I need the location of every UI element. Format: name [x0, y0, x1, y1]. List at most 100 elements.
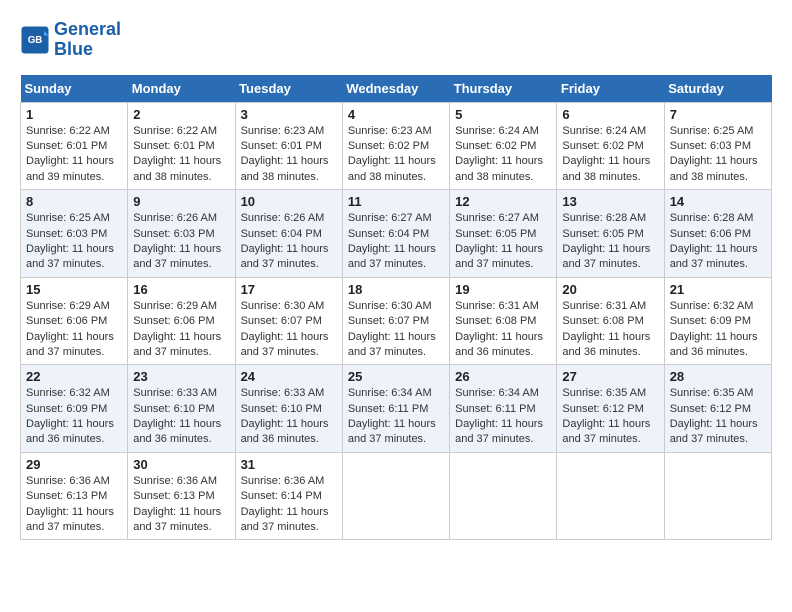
col-header-tuesday: Tuesday: [235, 75, 342, 103]
day-cell-10: 10Sunrise: 6:26 AM Sunset: 6:04 PM Dayli…: [235, 190, 342, 278]
day-info: Sunrise: 6:36 AM Sunset: 6:13 PM Dayligh…: [133, 474, 229, 536]
day-cell-22: 22 Sunrise: 6:32 AM Sunset: 6:09 PM Dayli…: [21, 365, 128, 453]
day-info: Sunrise: 6:25 AM Sunset: 6:03 PM Dayligh…: [670, 124, 766, 186]
day-number: 11: [348, 194, 444, 209]
day-number: 26: [455, 369, 551, 384]
page-header: GB General Blue: [20, 20, 772, 60]
day-info: Sunrise: 6:22 AM Sunset: 6:01 PM Dayligh…: [26, 124, 122, 186]
day-cell-26: 26 Sunrise: 6:34 AM Sunset: 6:11 PM Dayli…: [450, 365, 557, 453]
day-number: 7: [670, 107, 766, 122]
logo: GB General Blue: [20, 20, 121, 60]
day-info: Sunrise: 6:33 AM Sunset: 6:10 PM Dayligh…: [133, 386, 229, 448]
day-cell-13: 13Sunrise: 6:28 AM Sunset: 6:05 PM Dayli…: [557, 190, 664, 278]
col-header-saturday: Saturday: [664, 75, 771, 103]
day-info: Sunrise: 6:32 AM Sunset: 6:09 PM Dayligh…: [670, 299, 766, 361]
day-info: Sunrise: 6:28 AM Sunset: 6:05 PM Dayligh…: [562, 211, 658, 273]
day-info: Sunrise: 6:27 AM Sunset: 6:04 PM Dayligh…: [348, 211, 444, 273]
day-info: Sunrise: 6:27 AM Sunset: 6:05 PM Dayligh…: [455, 211, 551, 273]
day-number: 28: [670, 369, 766, 384]
day-number: 29: [26, 457, 122, 472]
day-number: 17: [241, 282, 337, 297]
day-info: Sunrise: 6:25 AM Sunset: 6:03 PM Dayligh…: [26, 211, 122, 273]
day-cell-8: 8 Sunrise: 6:25 AM Sunset: 6:03 PM Daylig…: [21, 190, 128, 278]
day-number: 14: [670, 194, 766, 209]
calendar-row-3: 22 Sunrise: 6:32 AM Sunset: 6:09 PM Dayli…: [21, 365, 772, 453]
day-cell-6: 6 Sunrise: 6:24 AM Sunset: 6:02 PM Daylig…: [557, 102, 664, 190]
day-number: 20: [562, 282, 658, 297]
day-cell-9: 9 Sunrise: 6:26 AM Sunset: 6:03 PM Daylig…: [128, 190, 235, 278]
day-cell-14: 14 Sunrise: 6:28 AM Sunset: 6:06 PM Dayli…: [664, 190, 771, 278]
day-number: 9: [133, 194, 229, 209]
day-info: Sunrise: 6:35 AM Sunset: 6:12 PM Dayligh…: [670, 386, 766, 448]
empty-cell: [342, 452, 449, 540]
header-row: SundayMondayTuesdayWednesdayThursdayFrid…: [21, 75, 772, 103]
day-cell-25: 25Sunrise: 6:34 AM Sunset: 6:11 PM Dayli…: [342, 365, 449, 453]
calendar-table: SundayMondayTuesdayWednesdayThursdayFrid…: [20, 75, 772, 541]
day-cell-27: 27 Sunrise: 6:35 AM Sunset: 6:12 PM Dayli…: [557, 365, 664, 453]
day-number: 18: [348, 282, 444, 297]
day-number: 15: [26, 282, 122, 297]
day-info: Sunrise: 6:26 AM Sunset: 6:03 PM Dayligh…: [133, 211, 229, 273]
day-info: Sunrise: 6:33 AM Sunset: 6:10 PM Dayligh…: [241, 386, 337, 448]
day-info: Sunrise: 6:36 AM Sunset: 6:13 PM Dayligh…: [26, 474, 122, 536]
day-cell-19: 19 Sunrise: 6:31 AM Sunset: 6:08 PM Dayli…: [450, 277, 557, 365]
day-number: 23: [133, 369, 229, 384]
col-header-wednesday: Wednesday: [342, 75, 449, 103]
day-number: 16: [133, 282, 229, 297]
logo-text: General Blue: [54, 20, 121, 60]
day-cell-31: 31Sunrise: 6:36 AM Sunset: 6:14 PM Dayli…: [235, 452, 342, 540]
day-info: Sunrise: 6:32 AM Sunset: 6:09 PM Dayligh…: [26, 386, 122, 448]
empty-cell: [664, 452, 771, 540]
day-number: 22: [26, 369, 122, 384]
day-cell-30: 30 Sunrise: 6:36 AM Sunset: 6:13 PM Dayli…: [128, 452, 235, 540]
day-cell-29: 29 Sunrise: 6:36 AM Sunset: 6:13 PM Dayli…: [21, 452, 128, 540]
day-info: Sunrise: 6:22 AM Sunset: 6:01 PM Dayligh…: [133, 124, 229, 186]
day-cell-21: 21Sunrise: 6:32 AM Sunset: 6:09 PM Dayli…: [664, 277, 771, 365]
day-number: 2: [133, 107, 229, 122]
day-info: Sunrise: 6:28 AM Sunset: 6:06 PM Dayligh…: [670, 211, 766, 273]
day-info: Sunrise: 6:24 AM Sunset: 6:02 PM Dayligh…: [562, 124, 658, 186]
day-info: Sunrise: 6:23 AM Sunset: 6:02 PM Dayligh…: [348, 124, 444, 186]
calendar-row-0: 1 Sunrise: 6:22 AM Sunset: 6:01 PM Daylig…: [21, 102, 772, 190]
day-cell-15: 15Sunrise: 6:29 AM Sunset: 6:06 PM Dayli…: [21, 277, 128, 365]
day-number: 19: [455, 282, 551, 297]
day-info: Sunrise: 6:35 AM Sunset: 6:12 PM Dayligh…: [562, 386, 658, 448]
day-cell-24: 24 Sunrise: 6:33 AM Sunset: 6:10 PM Dayli…: [235, 365, 342, 453]
col-header-friday: Friday: [557, 75, 664, 103]
day-number: 30: [133, 457, 229, 472]
day-cell-12: 12 Sunrise: 6:27 AM Sunset: 6:05 PM Dayli…: [450, 190, 557, 278]
day-number: 31: [241, 457, 337, 472]
day-cell-18: 18Sunrise: 6:30 AM Sunset: 6:07 PM Dayli…: [342, 277, 449, 365]
day-number: 5: [455, 107, 551, 122]
day-info: Sunrise: 6:31 AM Sunset: 6:08 PM Dayligh…: [455, 299, 551, 361]
day-number: 8: [26, 194, 122, 209]
day-info: Sunrise: 6:30 AM Sunset: 6:07 PM Dayligh…: [241, 299, 337, 361]
calendar-row-2: 15 Sunrise: 6:29 AM Sunset: 6:06 PM Dayli…: [21, 277, 772, 365]
empty-cell: [450, 452, 557, 540]
day-number: 24: [241, 369, 337, 384]
day-number: 27: [562, 369, 658, 384]
day-info: Sunrise: 6:31 AM Sunset: 6:08 PM Dayligh…: [562, 299, 658, 361]
day-cell-17: 17 Sunrise: 6:30 AM Sunset: 6:07 PM Dayli…: [235, 277, 342, 365]
day-info: Sunrise: 6:34 AM Sunset: 6:11 PM Dayligh…: [455, 386, 551, 448]
day-info: Sunrise: 6:26 AM Sunset: 6:04 PM Dayligh…: [241, 211, 337, 273]
col-header-monday: Monday: [128, 75, 235, 103]
day-cell-5: 5 Sunrise: 6:24 AM Sunset: 6:02 PM Daylig…: [450, 102, 557, 190]
day-cell-28: 28 Sunrise: 6:35 AM Sunset: 6:12 PM Dayli…: [664, 365, 771, 453]
day-info: Sunrise: 6:34 AM Sunset: 6:11 PM Dayligh…: [348, 386, 444, 448]
day-info: Sunrise: 6:24 AM Sunset: 6:02 PM Dayligh…: [455, 124, 551, 186]
day-number: 3: [241, 107, 337, 122]
svg-text:GB: GB: [28, 35, 43, 46]
day-number: 4: [348, 107, 444, 122]
day-number: 6: [562, 107, 658, 122]
day-number: 1: [26, 107, 122, 122]
day-info: Sunrise: 6:29 AM Sunset: 6:06 PM Dayligh…: [133, 299, 229, 361]
day-cell-4: 4 Sunrise: 6:23 AM Sunset: 6:02 PM Daylig…: [342, 102, 449, 190]
calendar-row-4: 29 Sunrise: 6:36 AM Sunset: 6:13 PM Dayli…: [21, 452, 772, 540]
col-header-sunday: Sunday: [21, 75, 128, 103]
empty-cell: [557, 452, 664, 540]
col-header-thursday: Thursday: [450, 75, 557, 103]
day-number: 12: [455, 194, 551, 209]
day-cell-16: 16 Sunrise: 6:29 AM Sunset: 6:06 PM Dayli…: [128, 277, 235, 365]
day-cell-23: 23 Sunrise: 6:33 AM Sunset: 6:10 PM Dayli…: [128, 365, 235, 453]
